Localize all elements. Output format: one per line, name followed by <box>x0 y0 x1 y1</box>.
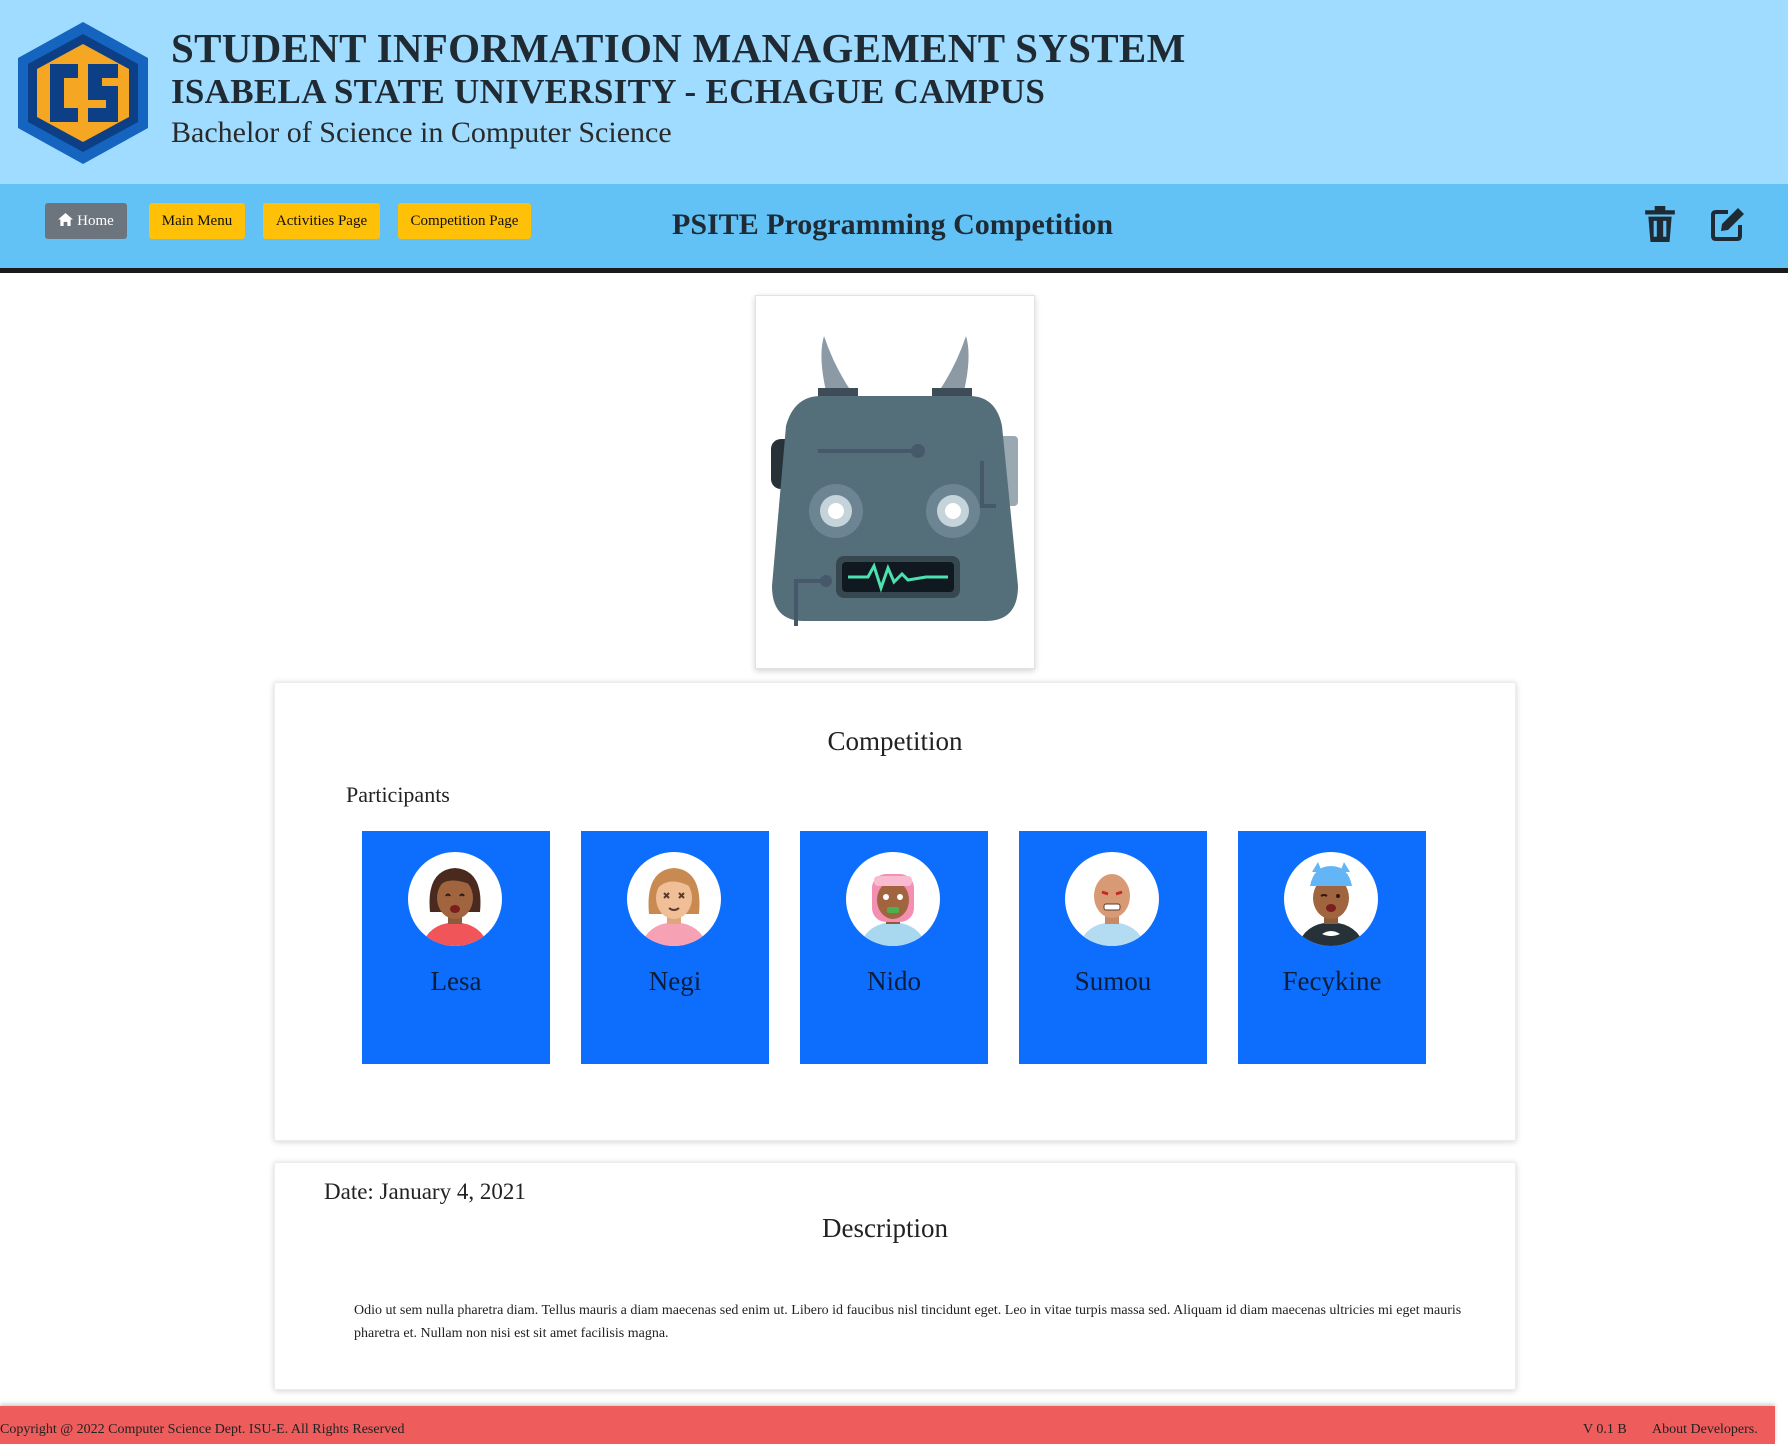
competition-date: Date: January 4, 2021 <box>324 1179 526 1204</box>
avatar <box>1065 852 1159 946</box>
avatar <box>408 852 502 946</box>
description-heading: Description <box>822 1213 948 1243</box>
participant-card[interactable]: Fecykine <box>1238 831 1426 1064</box>
participant-card[interactable]: Lesa <box>362 831 550 1064</box>
competition-heading: Competition <box>827 726 963 756</box>
footer: Copyright @ 2022 Computer Science Dept. … <box>0 1406 1775 1444</box>
participant-name: Lesa <box>430 966 482 996</box>
participant-card[interactable]: Nido <box>800 831 988 1064</box>
robot-illustration <box>771 336 1018 626</box>
cs-logo <box>18 22 148 164</box>
home-label: Home <box>77 213 114 229</box>
competition-card: Competition Participants Lesa Negi Nido … <box>274 682 1516 1141</box>
participant-name: Negi <box>648 966 702 996</box>
program-name: Bachelor of Science in Computer Science <box>171 116 672 149</box>
participant-card[interactable]: Negi <box>581 831 769 1064</box>
trash-icon[interactable] <box>1643 206 1677 242</box>
avatar <box>1284 852 1378 946</box>
version-label: V 0.1 B <box>1583 1422 1627 1437</box>
participants-label: Participants <box>346 782 450 807</box>
description-card: Date: January 4, 2021 Description Odio u… <box>274 1162 1516 1390</box>
competition-poster <box>755 295 1035 669</box>
about-developers-link[interactable]: About Developers. <box>1652 1422 1758 1438</box>
system-title: STUDENT INFORMATION MANAGEMENT SYSTEM <box>171 25 1186 71</box>
avatar <box>627 852 721 946</box>
navbar: Home Main Menu Activities Page Competiti… <box>0 184 1788 273</box>
university-name: ISABELA STATE UNIVERSITY - ECHAGUE CAMPU… <box>171 72 1046 111</box>
activities-page-button[interactable]: Activities Page <box>263 203 380 239</box>
page-title: PSITE Programming Competition <box>672 208 1114 241</box>
participant-name: Nido <box>867 966 921 996</box>
home-icon <box>58 213 74 226</box>
edit-icon[interactable] <box>1711 206 1745 242</box>
competition-page-button[interactable]: Competition Page <box>398 203 531 239</box>
avatar <box>846 852 940 946</box>
copyright-text: Copyright @ 2022 Computer Science Dept. … <box>0 1422 405 1437</box>
participant-name: Sumou <box>1074 966 1152 996</box>
main-menu-button[interactable]: Main Menu <box>149 203 245 239</box>
description-text: Odio ut sem nulla pharetra diam. Tellus … <box>354 1303 1462 1341</box>
home-button[interactable]: Home <box>45 203 127 239</box>
site-header: STUDENT INFORMATION MANAGEMENT SYSTEM IS… <box>0 0 1788 184</box>
participant-card[interactable]: Sumou <box>1019 831 1207 1064</box>
participant-name: Fecykine <box>1282 966 1382 996</box>
